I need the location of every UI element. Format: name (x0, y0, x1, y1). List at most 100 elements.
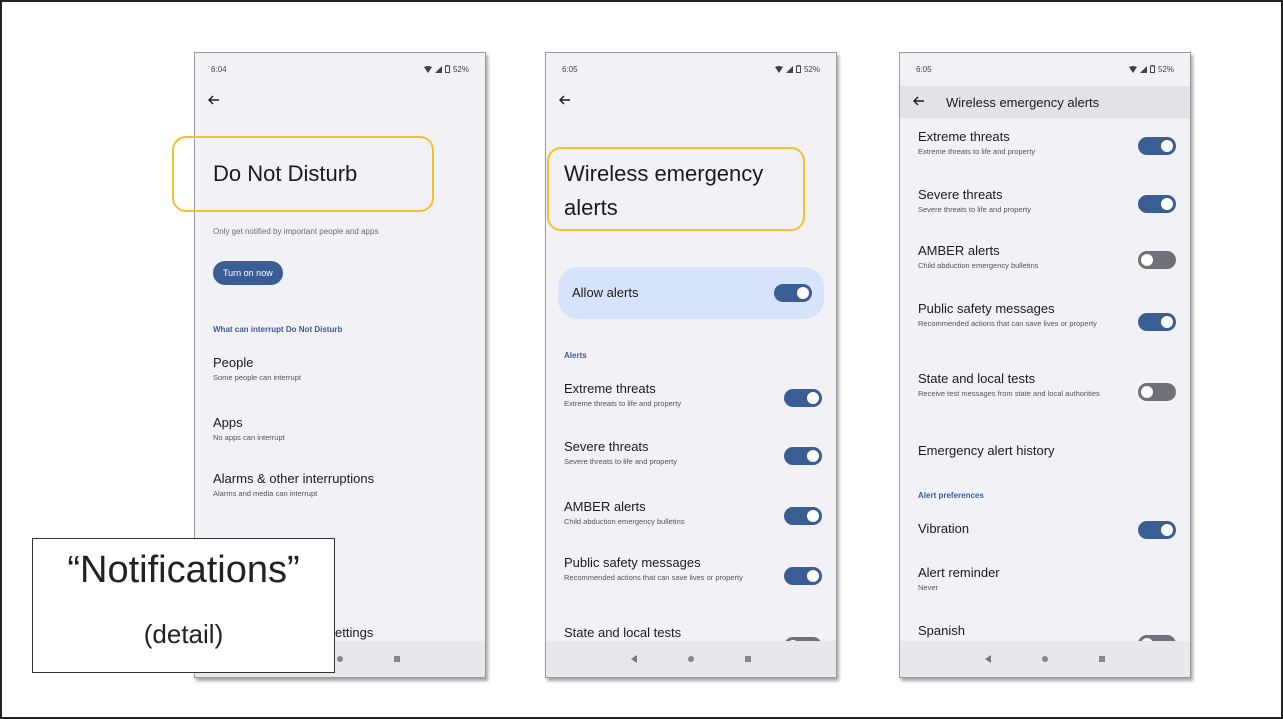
row-subtitle: Severe threats to life and property (564, 457, 677, 466)
toggle-knob (807, 570, 819, 582)
row-title: AMBER alerts (918, 243, 1000, 258)
row-title: Alarms & other interruptions (213, 471, 375, 486)
toggle-knob (807, 450, 819, 462)
toggle-knob (807, 510, 819, 522)
wifi-icon (774, 65, 783, 73)
wifi-icon (423, 65, 432, 73)
nav-recents-icon[interactable] (393, 656, 400, 662)
nav-back-icon[interactable] (631, 655, 638, 663)
battery-level: 52% (803, 64, 820, 74)
app-bar: Wireless emergency alerts (900, 86, 1190, 118)
setting-row-extreme-threats[interactable]: Extreme threats Extreme threats to life … (564, 381, 822, 409)
battery-level: 52% (1157, 64, 1174, 74)
setting-row-severe-threats[interactable]: Severe threats Severe threats to life an… (918, 187, 1176, 215)
back-arrow-icon[interactable] (912, 94, 928, 110)
status-time: 6:04 (211, 64, 227, 74)
nav-bar (546, 641, 836, 677)
nav-home-icon[interactable] (1041, 656, 1048, 662)
row-title: State and local tests (564, 625, 682, 640)
nav-home-icon[interactable] (687, 656, 694, 662)
status-bar: 6:04 52% (211, 62, 469, 76)
row-subtitle: Alarms and media can interrupt (213, 489, 318, 498)
nav-back-icon[interactable] (985, 655, 992, 663)
toggle-knob (1161, 198, 1173, 210)
highlight-alerts-title (547, 147, 805, 231)
row-subtitle: Child abduction emergency bulletins (918, 261, 1039, 270)
highlight-dnd-title (172, 136, 434, 212)
setting-row-alarms[interactable]: Alarms & other interruptions Alarms and … (213, 471, 471, 499)
signal-icon (785, 65, 793, 73)
row-title: Severe threats (564, 439, 649, 454)
setting-row-partial[interactable]: ettings (335, 625, 471, 641)
state-local-tests-toggle[interactable] (1138, 383, 1176, 401)
back-arrow-icon[interactable] (207, 93, 223, 109)
row-subtitle: Receive test messages from state and loc… (918, 389, 1100, 398)
row-subtitle: Extreme threats to life and property (918, 147, 1036, 156)
setting-row-spanish[interactable]: Spanish (918, 623, 1176, 653)
row-subtitle: Extreme threats to life and property (564, 399, 682, 408)
row-title: Public safety messages (918, 301, 1055, 316)
phone-wireless-alerts: 6:05 52% Wireless emergency alerts Allow… (545, 52, 837, 678)
row-title: Apps (213, 415, 243, 430)
row-subtitle: Recommended actions that can save lives … (918, 319, 1097, 328)
battery-icon (795, 65, 801, 73)
nav-bar (900, 641, 1190, 677)
amber-alerts-toggle[interactable] (784, 507, 822, 525)
row-subtitle: Child abduction emergency bulletins (564, 517, 685, 526)
row-title: ettings (335, 625, 374, 640)
setting-row-public-safety[interactable]: Public safety messages Recommended actio… (918, 301, 1176, 331)
row-subtitle: Some people can interrupt (213, 373, 301, 382)
setting-row-alert-history[interactable]: Emergency alert history (918, 443, 1176, 459)
row-title: Extreme threats (918, 129, 1010, 144)
section-header: Alerts (564, 351, 587, 360)
nav-recents-icon[interactable] (744, 656, 751, 662)
toggle-knob (1161, 524, 1173, 536)
allow-alerts-toggle[interactable] (774, 284, 812, 302)
wifi-icon (1128, 65, 1137, 73)
back-arrow-icon[interactable] (558, 93, 574, 109)
public-safety-toggle[interactable] (784, 567, 822, 585)
setting-row-severe-threats[interactable]: Severe threats Severe threats to life an… (564, 439, 822, 467)
row-title: Extreme threats (564, 381, 656, 396)
extreme-threats-toggle[interactable] (784, 389, 822, 407)
severe-threats-toggle[interactable] (1138, 195, 1176, 213)
toggle-knob (1141, 386, 1153, 398)
severe-threats-toggle[interactable] (784, 447, 822, 465)
setting-row-people[interactable]: People Some people can interrupt (213, 355, 471, 383)
setting-row-state-local-tests[interactable]: State and local tests (564, 625, 822, 655)
row-subtitle: No apps can interrupt (213, 433, 285, 442)
phone-wireless-alerts-scrolled: 6:05 52% Wireless emergency alerts Extre… (899, 52, 1191, 678)
row-title: State and local tests (918, 371, 1036, 386)
vibration-toggle[interactable] (1138, 521, 1176, 539)
row-title: Alert reminder (918, 565, 1000, 580)
toggle-knob (807, 392, 819, 404)
turn-on-now-button[interactable]: Turn on now (213, 261, 283, 285)
extreme-threats-toggle[interactable] (1138, 137, 1176, 155)
callout-title: “Notifications” (67, 549, 300, 591)
allow-alerts-card[interactable]: Allow alerts (558, 267, 824, 319)
row-title: AMBER alerts (564, 499, 646, 514)
setting-row-amber-alerts[interactable]: AMBER alerts Child abduction emergency b… (564, 499, 822, 527)
amber-alerts-toggle[interactable] (1138, 251, 1176, 269)
status-bar: 6:05 52% (916, 62, 1174, 76)
toggle-knob (1161, 140, 1173, 152)
slide: 6:04 52% Do Not Disturb Only get notifie… (0, 0, 1283, 719)
row-subtitle: Recommended actions that can save lives … (564, 573, 743, 582)
setting-row-alert-reminder[interactable]: Alert reminder Never (918, 565, 1176, 593)
setting-row-amber-alerts[interactable]: AMBER alerts Child abduction emergency b… (918, 243, 1176, 271)
notifications-callout: “Notifications” (detail) (32, 538, 335, 673)
public-safety-toggle[interactable] (1138, 313, 1176, 331)
setting-row-state-local-tests[interactable]: State and local tests Receive test messa… (918, 371, 1176, 401)
callout-subtitle: (detail) (143, 619, 224, 649)
setting-row-public-safety[interactable]: Public safety messages Recommended actio… (564, 555, 822, 585)
row-subtitle: Severe threats to life and property (918, 205, 1031, 214)
setting-row-apps[interactable]: Apps No apps can interrupt (213, 415, 471, 443)
nav-home-icon[interactable] (336, 656, 343, 662)
toggle-knob (797, 287, 809, 299)
page-subtitle: Only get notified by important people an… (213, 227, 379, 236)
setting-row-vibration[interactable]: Vibration (918, 521, 1176, 539)
setting-row-extreme-threats[interactable]: Extreme threats Extreme threats to life … (918, 129, 1176, 157)
status-time: 6:05 (562, 64, 578, 74)
nav-recents-icon[interactable] (1098, 656, 1105, 662)
toggle-knob (1141, 254, 1153, 266)
